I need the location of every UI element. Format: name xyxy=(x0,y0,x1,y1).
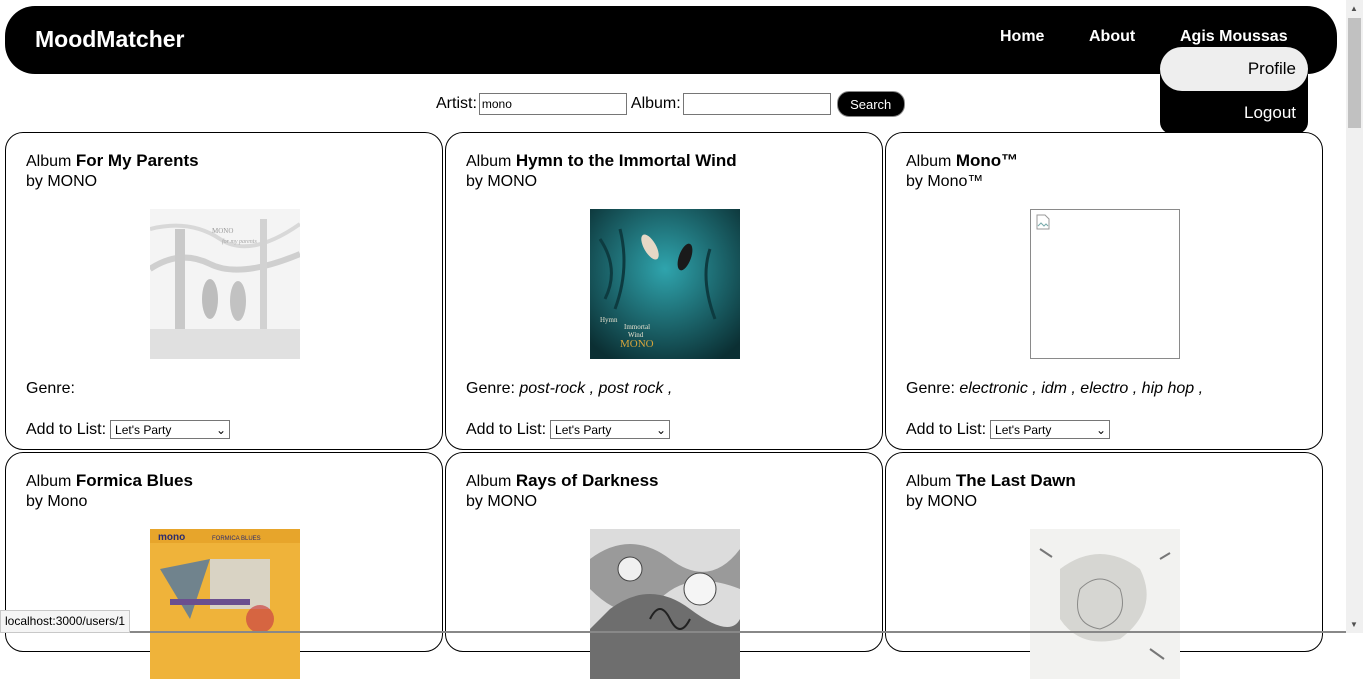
nav-link-user[interactable]: Agis Moussas xyxy=(1180,28,1288,46)
navbar: MoodMatcher Home About Agis Moussas xyxy=(5,6,1337,74)
album-card: Album For My Parents by MONO MONO for my… xyxy=(5,132,443,450)
album-title: The Last Dawn xyxy=(955,471,1076,490)
album-cover: MONO for my parents xyxy=(150,209,300,359)
chevron-down-icon: ⌄ xyxy=(215,422,227,437)
album-prefix: Album xyxy=(26,153,72,170)
add-to-list: Add to List: Let's Party ⌄ xyxy=(906,420,1111,439)
album-cover xyxy=(590,529,740,679)
svg-text:for my parents: for my parents xyxy=(222,238,257,245)
genre-label: Genre: xyxy=(466,380,515,397)
album-title-line: Album Formica Blues xyxy=(26,471,193,491)
svg-text:Immortal: Immortal xyxy=(624,323,650,331)
album-card: Album The Last Dawn by MONO xyxy=(885,452,1323,679)
genre-line: Genre: electronic , idm , electro , hip … xyxy=(906,380,1203,398)
add-to-list: Add to List: Let's Party ⌄ xyxy=(26,420,231,439)
add-to-list: Add to List: Let's Party ⌄ xyxy=(466,420,671,439)
list-select[interactable]: Let's Party ⌄ xyxy=(990,420,1111,439)
svg-text:mono: mono xyxy=(158,532,185,543)
genre-line: Genre: xyxy=(26,380,75,398)
add-to-list-label: Add to List: xyxy=(906,420,987,438)
album-title: Mono™ xyxy=(955,151,1019,170)
album-title-line: Album The Last Dawn xyxy=(906,471,1076,491)
album-cover-broken xyxy=(1030,209,1180,359)
album-card: Album Mono™ by Mono™ Genre: electronic ,… xyxy=(885,132,1323,450)
album-prefix: Album xyxy=(466,473,512,490)
scrollbar-thumb[interactable] xyxy=(1348,18,1361,128)
scroll-down-icon[interactable]: ▼ xyxy=(1350,620,1358,629)
album-artist: by Mono xyxy=(26,493,88,510)
album-prefix: Album xyxy=(466,153,512,170)
user-dropdown-menu: Profile Logout xyxy=(1160,46,1308,134)
nav-link-about[interactable]: About xyxy=(1089,28,1135,46)
genre-label: Genre: xyxy=(906,380,955,397)
svg-text:MONO: MONO xyxy=(212,227,233,235)
album-card: Album Rays of Darkness by MONO xyxy=(445,452,883,679)
album-title: Hymn to the Immortal Wind xyxy=(515,151,737,170)
add-to-list-label: Add to List: xyxy=(466,420,547,438)
album-title: Formica Blues xyxy=(75,471,193,490)
list-select-value: Let's Party xyxy=(555,422,612,437)
album-prefix: Album xyxy=(906,153,952,170)
album-title: Rays of Darkness xyxy=(515,471,659,490)
album-cover: mono FORMICA BLUES xyxy=(150,529,300,679)
album-artist: by MONO xyxy=(906,493,978,510)
chevron-down-icon: ⌄ xyxy=(1095,422,1107,437)
album-title-line: Album For My Parents xyxy=(26,151,199,171)
genre-line: Genre: post-rock , post rock , xyxy=(466,380,672,398)
album-artist: by Mono™ xyxy=(906,173,984,190)
album-title-line: Album Mono™ xyxy=(906,151,1018,171)
status-bar-url: localhost:3000/users/1 xyxy=(0,610,131,633)
album-label: Album: xyxy=(630,95,681,112)
chevron-down-icon: ⌄ xyxy=(655,422,667,437)
svg-text:Hymn: Hymn xyxy=(600,316,618,324)
album-card: Album Hymn to the Immortal Wind by MONO … xyxy=(445,132,883,450)
dropdown-item-logout[interactable]: Logout xyxy=(1244,103,1296,123)
broken-image-icon xyxy=(1036,214,1050,230)
dropdown-item-profile[interactable]: Profile xyxy=(1160,47,1308,91)
list-select-value: Let's Party xyxy=(995,422,1052,437)
list-select[interactable]: Let's Party ⌄ xyxy=(550,420,671,439)
search-button[interactable]: Search xyxy=(836,91,905,117)
add-to-list-label: Add to List: xyxy=(26,420,107,438)
album-artist: by MONO xyxy=(466,173,538,190)
artist-input[interactable] xyxy=(478,93,627,115)
brand-logo[interactable]: MoodMatcher xyxy=(35,26,185,53)
album-cover xyxy=(1030,529,1180,679)
nav-link-home[interactable]: Home xyxy=(1000,28,1044,46)
genre-label: Genre: xyxy=(26,380,75,397)
search-form: Artist: Album: Search xyxy=(436,91,905,117)
album-prefix: Album xyxy=(26,473,72,490)
album-input[interactable] xyxy=(682,93,831,115)
album-title: For My Parents xyxy=(75,151,199,170)
album-artist: by MONO xyxy=(466,493,538,510)
page-scrollbar[interactable]: ▲ ▼ xyxy=(1346,0,1363,633)
album-title-line: Album Hymn to the Immortal Wind xyxy=(466,151,737,171)
svg-text:MONO: MONO xyxy=(620,338,654,350)
album-artist: by MONO xyxy=(26,173,98,190)
svg-text:FORMICA BLUES: FORMICA BLUES xyxy=(212,536,261,542)
genre-list: post-rock , post rock , xyxy=(519,380,673,397)
list-select-value: Let's Party xyxy=(115,422,172,437)
album-cover: Hymn Immortal Wind MONO xyxy=(590,209,740,359)
genre-list: electronic , idm , electro , hip hop , xyxy=(959,380,1204,397)
artist-label: Artist: xyxy=(436,95,477,112)
album-title-line: Album Rays of Darkness xyxy=(466,471,659,491)
scroll-up-icon[interactable]: ▲ xyxy=(1350,4,1358,13)
album-prefix: Album xyxy=(906,473,952,490)
list-select[interactable]: Let's Party ⌄ xyxy=(110,420,231,439)
